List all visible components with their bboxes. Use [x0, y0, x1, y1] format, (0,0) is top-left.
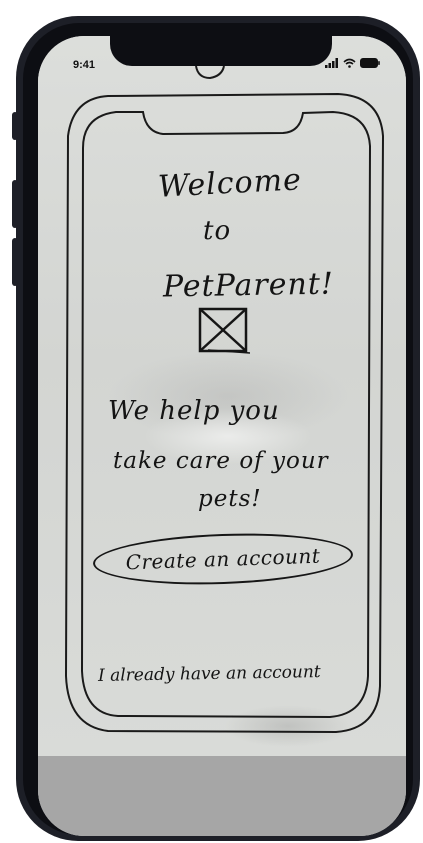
- create-account-label: Create an account: [125, 543, 321, 575]
- existing-account-link[interactable]: I already have an account: [98, 662, 321, 686]
- phone-screen: Welcome to PetParent! We help you take c…: [38, 36, 406, 836]
- cellular-signal-icon: [325, 58, 338, 68]
- volume-down-button: [12, 238, 18, 286]
- tagline-line-3: pets!: [198, 486, 262, 512]
- status-time: 9:41: [73, 59, 96, 71]
- tagline-line-1: We help you: [108, 396, 280, 426]
- mute-switch: [12, 112, 18, 140]
- wifi-icon: [343, 58, 356, 68]
- paper-sketch-background: Welcome to PetParent! We help you take c…: [38, 36, 406, 756]
- status-icons: [325, 58, 380, 68]
- battery-icon: [360, 58, 380, 68]
- phone-notch: [110, 36, 332, 66]
- app-name-title: PetParent!: [162, 266, 335, 305]
- tagline-line-2: take care of your: [113, 448, 329, 474]
- image-placeholder-icon: [198, 307, 250, 354]
- bottom-gray-panel: [38, 756, 406, 836]
- volume-up-button: [12, 180, 18, 228]
- welcome-to-text: to: [203, 216, 232, 246]
